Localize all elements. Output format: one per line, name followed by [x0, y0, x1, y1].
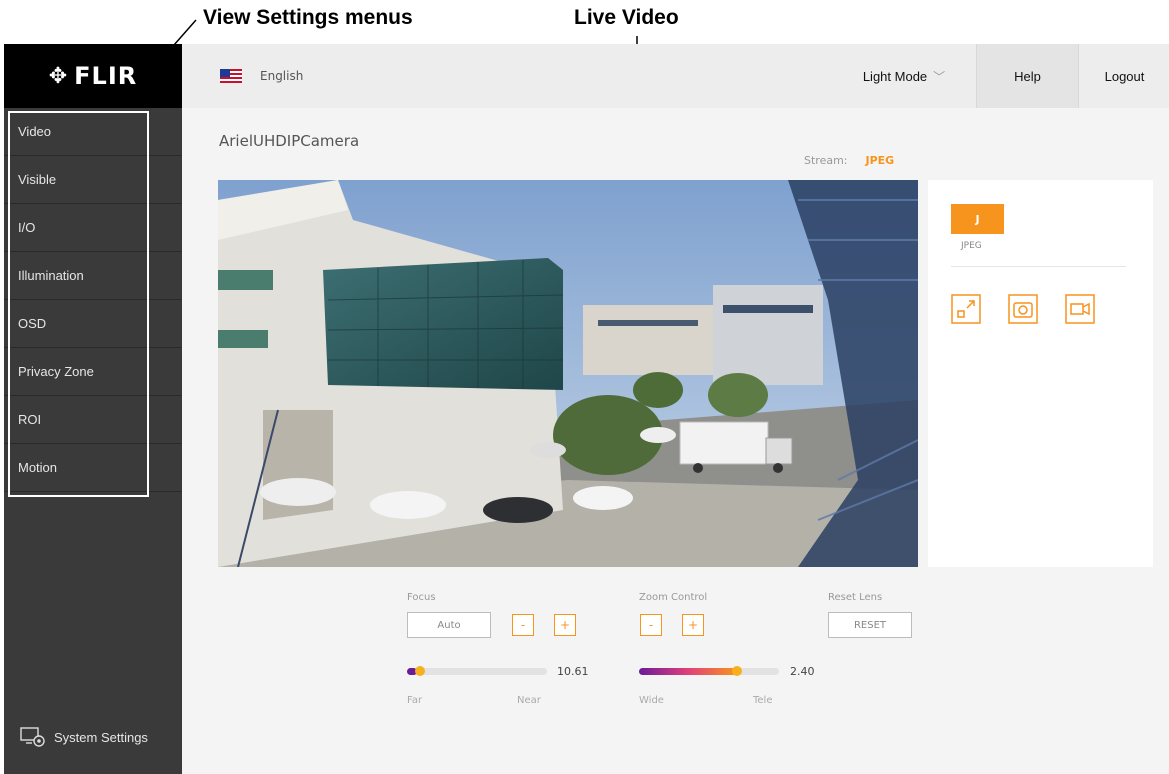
- fullscreen-icon[interactable]: [951, 294, 981, 324]
- sidebar-item-label: I/O: [18, 220, 36, 235]
- sidebar-item-osd[interactable]: OSD: [4, 300, 182, 348]
- sidebar-item-label: Privacy Zone: [18, 364, 94, 379]
- sidebar-item-video[interactable]: Video: [4, 108, 182, 156]
- main-content: ArielUHDIPCamera Stream: JPEG J JPEG Foc…: [182, 108, 1169, 774]
- logo-text: FLIR: [74, 62, 138, 90]
- flir-logo[interactable]: ✥ FLIR: [4, 44, 182, 108]
- zoom-slider-knob[interactable]: [732, 666, 742, 676]
- zoom-minus-button[interactable]: -: [640, 614, 662, 636]
- live-video[interactable]: [218, 180, 918, 567]
- flir-diamond-icon: ✥: [48, 63, 69, 89]
- focus-near-label: Near: [517, 695, 541, 706]
- light-mode-label: Light Mode: [862, 68, 928, 84]
- sidebar-item-visible[interactable]: Visible: [4, 156, 182, 204]
- focus-value: 10.61: [557, 665, 589, 678]
- chevron-down-icon: ﹀: [933, 69, 946, 84]
- zoom-label: Zoom Control: [639, 592, 708, 603]
- stream-indicator: Stream: JPEG: [804, 154, 894, 167]
- focus-auto-button[interactable]: Auto: [407, 612, 491, 638]
- zoom-wide-label: Wide: [639, 695, 664, 706]
- help-button[interactable]: Help: [976, 44, 1078, 108]
- stream-value: JPEG: [865, 154, 895, 167]
- zoom-value: 2.40: [790, 665, 815, 678]
- sidebar-item-illumination[interactable]: Illumination: [4, 252, 182, 300]
- sidebar-item-privacy-zone[interactable]: Privacy Zone: [4, 348, 182, 396]
- view-settings-menu: Video Visible I/O Illumination OSD Priva…: [4, 108, 182, 492]
- focus-slider-knob[interactable]: [415, 666, 425, 676]
- language-selector[interactable]: English: [220, 44, 303, 108]
- system-settings-icon: [20, 727, 45, 747]
- zoom-plus-button[interactable]: +: [682, 614, 704, 636]
- sidebar-item-label: OSD: [18, 316, 47, 331]
- help-label: Help: [1014, 68, 1041, 84]
- focus-slider[interactable]: [407, 666, 547, 676]
- zoom-slider[interactable]: [639, 666, 779, 676]
- system-settings-label: System Settings: [54, 729, 148, 745]
- record-icon[interactable]: [1065, 294, 1095, 324]
- logout-button[interactable]: Logout: [1078, 44, 1169, 108]
- video-side-panel: J JPEG: [928, 180, 1153, 567]
- top-bar: English Light Mode ﹀ Help Logout: [182, 44, 1169, 108]
- stream-label: Stream:: [804, 154, 848, 167]
- panel-divider: [951, 266, 1126, 267]
- focus-label: Focus: [407, 592, 436, 603]
- focus-plus-button[interactable]: +: [554, 614, 576, 636]
- sidebar-item-roi[interactable]: ROI: [4, 396, 182, 444]
- reset-lens-label: Reset Lens: [828, 592, 883, 603]
- live-video-image: [218, 180, 918, 567]
- sidebar-item-motion[interactable]: Motion: [4, 444, 182, 492]
- jpeg-stream-button[interactable]: J: [951, 204, 1004, 234]
- sidebar-item-io[interactable]: I/O: [4, 204, 182, 252]
- callout-live-video: Live Video: [574, 6, 679, 29]
- light-mode-dropdown[interactable]: Light Mode ﹀: [833, 44, 975, 108]
- sidebar-item-label: Video: [18, 124, 52, 139]
- logout-label: Logout: [1104, 68, 1145, 84]
- us-flag-icon: [220, 69, 242, 83]
- reset-lens-button[interactable]: RESET: [828, 612, 912, 638]
- callout-view-settings: View Settings menus: [203, 6, 413, 29]
- jpeg-stream-label: JPEG: [961, 241, 982, 251]
- sidebar-item-label: Visible: [18, 172, 57, 187]
- sidebar-item-label: Illumination: [18, 268, 84, 283]
- zoom-tele-label: Tele: [753, 695, 773, 706]
- language-label: English: [260, 69, 304, 83]
- camera-name: ArielUHDIPCamera: [219, 132, 360, 150]
- system-settings-button[interactable]: System Settings: [20, 726, 148, 748]
- focus-far-label: Far: [407, 695, 423, 706]
- sidebar-item-label: ROI: [18, 412, 42, 427]
- snapshot-icon[interactable]: [1008, 294, 1038, 324]
- sidebar: ✥ FLIR Video Visible I/O Illumination OS…: [4, 44, 182, 774]
- zoom-slider-fill: [639, 668, 737, 675]
- sidebar-item-label: Motion: [18, 460, 58, 475]
- focus-minus-button[interactable]: -: [512, 614, 534, 636]
